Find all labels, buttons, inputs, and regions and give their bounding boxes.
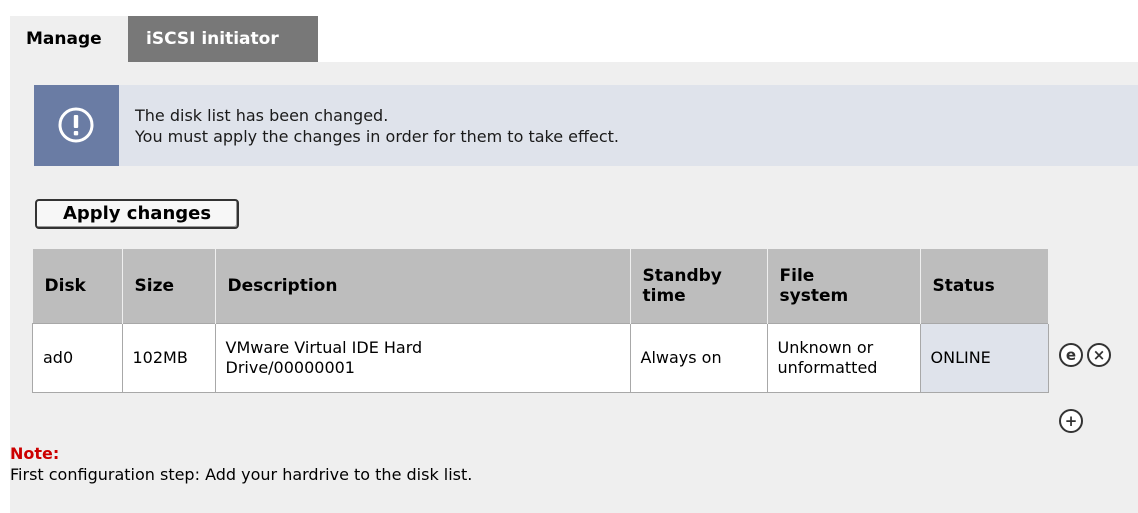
header-file-system: File system: [767, 249, 921, 324]
alert-line-2: You must apply the changes in order for …: [135, 127, 620, 146]
tab-iscsi-initiator[interactable]: iSCSI initiator: [128, 16, 318, 62]
header-standby-time: Standby time: [630, 249, 768, 324]
header-fs-line2: system: [779, 286, 849, 306]
info-alert: The disk list has been changed. You must…: [34, 85, 1138, 166]
header-description: Description: [215, 249, 631, 324]
header-disk: Disk: [32, 249, 123, 324]
edit-icon[interactable]: e: [1059, 343, 1083, 367]
note-section: Note: First configuration step: Add your…: [10, 443, 472, 485]
alert-line-1: The disk list has been changed.: [135, 106, 389, 125]
description-line2: Drive/00000001: [225, 358, 355, 377]
note-label: Note:: [10, 444, 60, 463]
cell-status: ONLINE: [919, 323, 1049, 393]
cell-disk: ad0: [32, 323, 123, 393]
row-actions: e ×: [1059, 343, 1111, 367]
exclamation-icon: [58, 107, 94, 143]
header-standby-line2: time: [642, 286, 686, 306]
header-standby-line1: Standby: [642, 266, 722, 286]
cell-size: 102MB: [121, 323, 216, 393]
apply-changes-button[interactable]: Apply changes: [35, 199, 239, 229]
cell-standby-time: Always on: [629, 323, 768, 393]
cell-file-system: Unknown or unformatted: [766, 323, 921, 393]
delete-icon[interactable]: ×: [1087, 343, 1111, 367]
table-row: ad0 102MB VMware Virtual IDE Hard Drive/…: [32, 323, 1049, 393]
disk-table: Disk Size Description Standby time File …: [32, 249, 1049, 393]
tab-manage[interactable]: Manage: [10, 16, 128, 62]
description-line1: VMware Virtual IDE Hard: [225, 338, 423, 357]
alert-icon-box: [34, 85, 119, 166]
cell-description: VMware Virtual IDE Hard Drive/00000001: [214, 323, 631, 393]
header-fs-line1: File: [779, 266, 815, 286]
header-status: Status: [920, 249, 1049, 324]
alert-message: The disk list has been changed. You must…: [135, 105, 619, 147]
fs-line2: unformatted: [777, 358, 878, 377]
add-disk-icon[interactable]: +: [1059, 409, 1083, 433]
note-text: First configuration step: Add your hardr…: [10, 465, 473, 484]
fs-line1: Unknown or: [777, 338, 874, 357]
content-panel: The disk list has been changed. You must…: [10, 62, 1138, 513]
tab-bar: Manage iSCSI initiator: [10, 16, 318, 62]
table-header-row: Disk Size Description Standby time File …: [32, 249, 1049, 324]
header-size: Size: [122, 249, 216, 324]
